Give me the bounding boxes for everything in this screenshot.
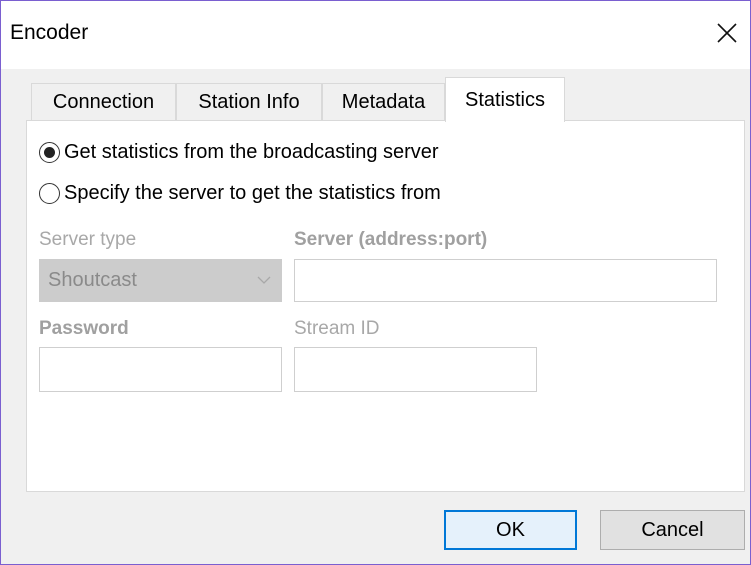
stream-id-input[interactable] <box>294 347 537 392</box>
statistics-panel: Get statistics from the broadcasting ser… <box>26 120 745 492</box>
radio-button-selected[interactable] <box>39 142 60 163</box>
ok-button[interactable]: OK <box>444 510 577 550</box>
password-label: Password <box>39 318 129 339</box>
tab-station-info[interactable]: Station Info <box>176 83 322 121</box>
cancel-button-label: Cancel <box>641 518 704 541</box>
tab-connection[interactable]: Connection <box>31 83 176 121</box>
stream-id-label: Stream ID <box>294 318 380 339</box>
tab-label: Statistics <box>464 88 546 111</box>
tab-label: Metadata <box>341 91 426 113</box>
chevron-down-icon <box>257 276 271 284</box>
title-bar: Encoder <box>1 1 750 69</box>
radio-specify-server[interactable]: Specify the server to get the statistics… <box>39 182 441 205</box>
cancel-button[interactable]: Cancel <box>600 510 745 550</box>
encoder-dialog: Encoder Connection Station Info Metadata… <box>0 0 751 565</box>
close-icon <box>717 23 737 43</box>
tab-statistics[interactable]: Statistics <box>445 77 565 122</box>
tab-strip: Connection Station Info Metadata Statist… <box>31 77 731 122</box>
password-input[interactable] <box>39 347 282 392</box>
server-address-label: Server (address:port) <box>294 229 488 250</box>
radio-button[interactable] <box>39 183 60 204</box>
ok-button-label: OK <box>496 518 525 541</box>
server-type-value: Shoutcast <box>48 269 137 291</box>
radio-broadcasting-server[interactable]: Get statistics from the broadcasting ser… <box>39 141 439 164</box>
server-address-input[interactable] <box>294 259 717 302</box>
tab-metadata[interactable]: Metadata <box>322 83 445 121</box>
server-type-label: Server type <box>39 229 137 250</box>
window-title: Encoder <box>10 21 89 44</box>
close-button[interactable] <box>704 10 750 56</box>
tab-label: Connection <box>52 91 155 113</box>
radio-label: Get statistics from the broadcasting ser… <box>64 141 439 163</box>
radio-label: Specify the server to get the statistics… <box>64 182 441 204</box>
server-type-select[interactable]: Shoutcast <box>39 259 282 302</box>
tab-label: Station Info <box>198 91 300 113</box>
